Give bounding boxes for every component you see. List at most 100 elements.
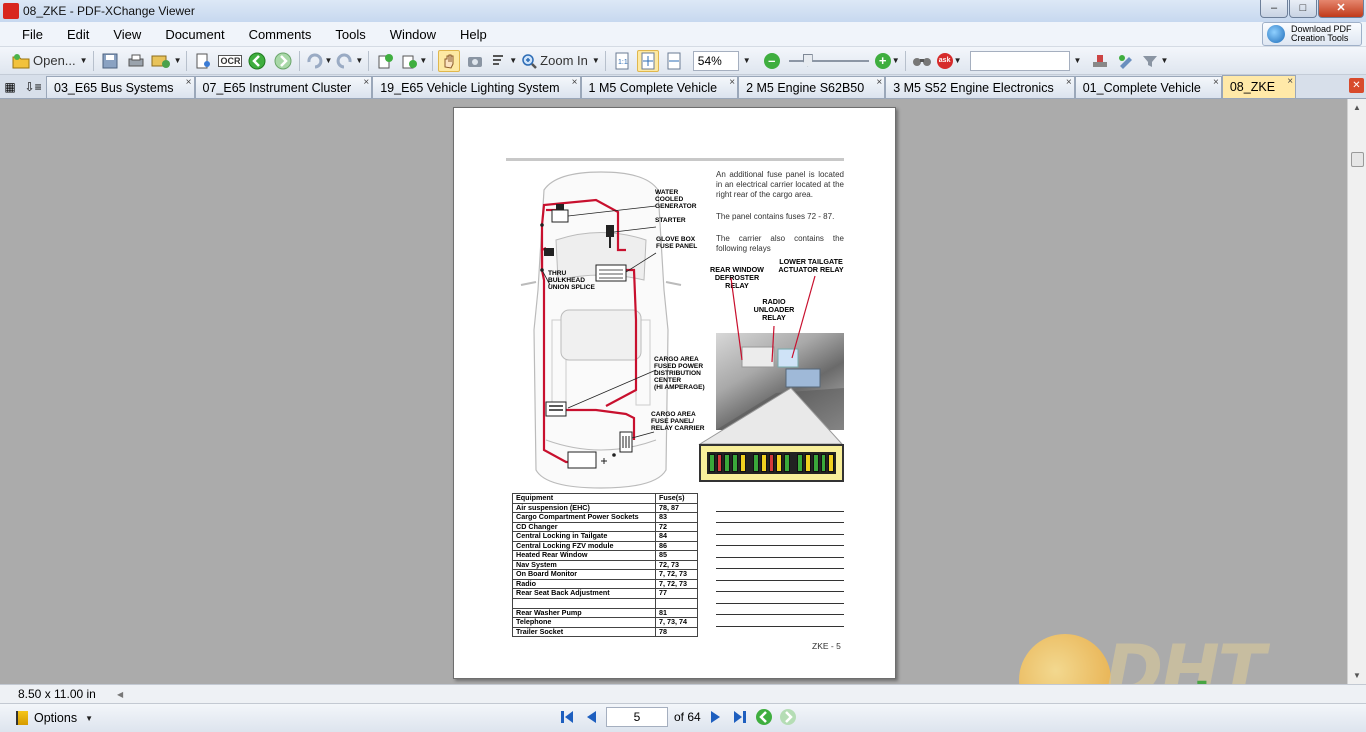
tab-3-m5-s52-engine-electronics[interactable]: 3 M5 S52 Engine Electronics × [885, 76, 1075, 98]
rotate-button[interactable] [374, 50, 396, 72]
download-pdf-tools-button[interactable]: Download PDF Creation Tools [1262, 22, 1362, 46]
close-icon[interactable]: × [876, 77, 882, 88]
redo-button[interactable]: ▼ [336, 50, 363, 72]
zoom-slider-thumb[interactable] [802, 53, 813, 67]
menu-edit[interactable]: Edit [55, 27, 101, 42]
email-button[interactable]: ▼ [151, 50, 182, 72]
tab-03-e65-bus-systems[interactable]: 03_E65 Bus Systems × [46, 76, 195, 98]
comment-tool-icon [1143, 55, 1158, 67]
tab-08-zke[interactable]: 08_ZKE × [1221, 75, 1297, 98]
close-all-tabs-button[interactable]: ✕ [1349, 78, 1364, 93]
zoom-plus-button[interactable]: + ▼ [874, 50, 900, 72]
binoculars-icon [912, 57, 931, 66]
close-icon[interactable]: × [363, 77, 369, 88]
close-icon[interactable]: × [1066, 77, 1072, 88]
chevron-down-icon[interactable]: ▼ [954, 56, 962, 65]
close-icon[interactable]: × [1213, 77, 1219, 88]
equipment-cell: Cargo Compartment Power Sockets [512, 512, 656, 523]
ask-button[interactable]: ask ▼ [936, 50, 962, 72]
menu-view[interactable]: View [101, 27, 153, 42]
tab-grid-icon[interactable]: ▦ [4, 80, 15, 94]
chevron-down-icon[interactable]: ▼ [355, 56, 363, 65]
select-tool-button[interactable]: ▼ [490, 50, 517, 72]
fuses-cell: 7, 72, 73 [655, 569, 698, 580]
vertical-scrollbar[interactable]: ▲ ▼ [1347, 99, 1366, 684]
scrollbar-thumb[interactable] [1351, 152, 1364, 167]
hand-tool-button[interactable] [438, 49, 461, 72]
undo-button[interactable]: ▼ [305, 50, 332, 72]
tab-list-icon[interactable]: ⇩≡ [25, 80, 42, 94]
equipment-cell [512, 597, 656, 609]
chevron-down-icon[interactable]: ▼ [174, 56, 182, 65]
forward-button[interactable] [272, 50, 294, 72]
tab-1-m5-complete-vehicle[interactable]: 1 M5 Complete Vehicle × [580, 76, 739, 98]
back-icon [755, 709, 772, 725]
fit-page-button[interactable] [636, 49, 659, 72]
zoom-level-input[interactable]: 54% [692, 50, 739, 71]
current-page-input[interactable]: 5 [606, 707, 668, 727]
menu-tools[interactable]: Tools [323, 27, 377, 42]
chevron-down-icon[interactable]: ▼ [509, 56, 517, 65]
previous-page-button[interactable] [582, 708, 600, 726]
history-forward-button[interactable] [779, 708, 797, 726]
fuse [828, 454, 834, 472]
find-button[interactable] [911, 50, 933, 72]
scroll-down-icon[interactable]: ▼ [1348, 667, 1366, 684]
tab-01-complete-vehicle[interactable]: 01_Complete Vehicle × [1074, 76, 1222, 98]
chevron-down-icon[interactable]: ▼ [592, 56, 600, 65]
menu-document[interactable]: Document [153, 27, 236, 42]
options-button[interactable]: Options ▼ [0, 711, 93, 725]
zoom-out-button[interactable]: – [761, 50, 783, 72]
tab-label: 01_Complete Vehicle [1082, 80, 1201, 95]
tab-07-e65-instrument-cluster[interactable]: 07_E65 Instrument Cluster × [194, 76, 373, 98]
document-viewport[interactable]: WATER COOLED GENERATOR STARTER GLOVE BOX… [0, 99, 1347, 684]
snapshot-icon [468, 56, 483, 67]
search-input[interactable] [969, 50, 1070, 71]
next-page-button[interactable] [707, 708, 725, 726]
open-button[interactable]: Open... ▼ [12, 50, 88, 72]
export-button[interactable]: ▼ [400, 50, 427, 72]
print-button[interactable] [125, 50, 147, 72]
tab-19-e65-vehicle-lighting-system[interactable]: 19_E65 Vehicle Lighting System × [372, 76, 581, 98]
save-button[interactable] [99, 50, 121, 72]
close-icon[interactable]: × [186, 77, 192, 88]
scroll-up-icon[interactable]: ▲ [1348, 99, 1366, 116]
zoom-dropdown-icon[interactable]: ▼ [743, 56, 751, 65]
rotate-icon [378, 53, 394, 68]
maximize-button[interactable]: □ [1289, 0, 1317, 18]
highlight-button[interactable] [1115, 50, 1137, 72]
last-page-button[interactable] [731, 708, 749, 726]
chevron-down-icon[interactable]: ▼ [1160, 56, 1168, 65]
chevron-down-icon[interactable]: ▼ [324, 56, 332, 65]
hand-tool-icon [444, 54, 454, 69]
comment-tool-button[interactable]: ▼ [1141, 50, 1168, 72]
chevron-down-icon[interactable]: ▼ [892, 56, 900, 65]
first-page-button[interactable] [558, 708, 576, 726]
snapshot-button[interactable] [464, 50, 486, 72]
zoom-slider[interactable] [788, 53, 869, 68]
ocr-button[interactable]: OCR [218, 50, 243, 72]
close-icon[interactable]: × [572, 77, 578, 88]
menu-file[interactable]: File [0, 27, 55, 42]
fuses-cell [655, 597, 698, 609]
actual-size-button[interactable]: 1:1 [611, 50, 633, 72]
history-back-button[interactable] [755, 708, 773, 726]
close-button[interactable]: ✕ [1318, 0, 1364, 18]
menu-comments[interactable]: Comments [237, 27, 324, 42]
close-icon[interactable]: × [729, 77, 735, 88]
menu-help[interactable]: Help [448, 27, 499, 42]
close-icon[interactable]: × [1287, 76, 1293, 87]
zoom-in-button[interactable]: Zoom In ▼ [521, 50, 600, 72]
menu-window[interactable]: Window [378, 27, 448, 42]
search-dropdown-icon[interactable]: ▼ [1074, 56, 1082, 65]
fit-width-button[interactable] [663, 50, 685, 72]
chevron-down-icon[interactable]: ▼ [80, 56, 88, 65]
chevron-down-icon[interactable]: ▼ [419, 56, 427, 65]
equipment-cell: On Board Monitor [512, 569, 656, 580]
back-button[interactable] [246, 50, 268, 72]
tab-2-m5-engine-s62b50[interactable]: 2 M5 Engine S62B50 × [738, 76, 886, 98]
stamp-button[interactable] [1089, 50, 1111, 72]
minimize-button[interactable]: – [1260, 0, 1288, 18]
scroll-left-icon[interactable]: ◀ [117, 690, 123, 699]
scan-button[interactable] [192, 50, 214, 72]
